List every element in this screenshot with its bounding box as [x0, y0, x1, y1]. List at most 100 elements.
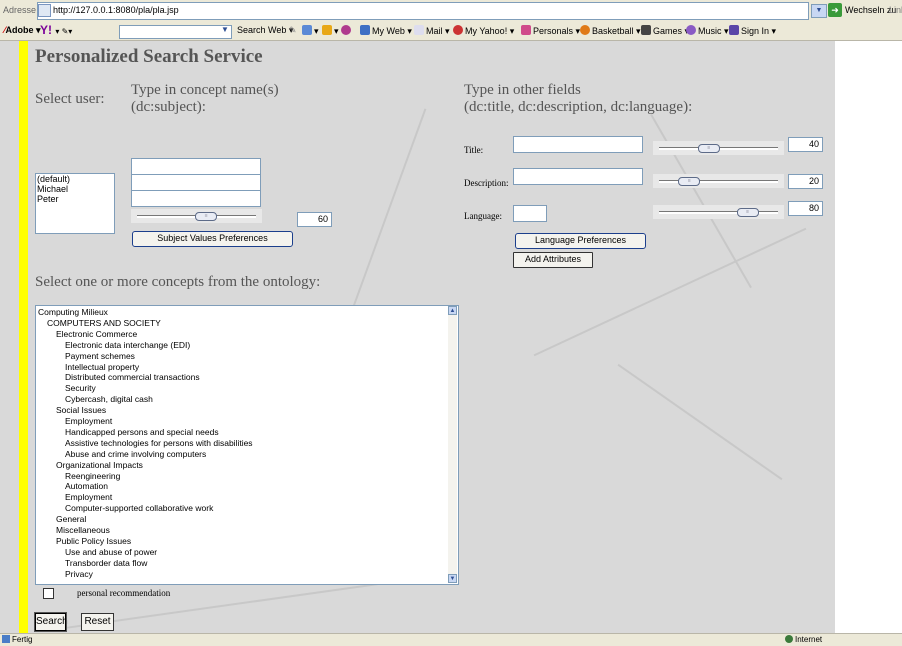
reset-button[interactable]: Reset — [81, 613, 114, 631]
fields-heading-sub: (dc:title, dc:description, dc:language): — [464, 99, 693, 115]
go-arrow-icon[interactable]: ➜ — [828, 3, 842, 17]
title-slider[interactable]: ≡ — [653, 141, 784, 155]
map-decoration — [617, 363, 783, 481]
language-input[interactable] — [513, 205, 547, 222]
yahoo360-icon[interactable]: ▾ — [322, 25, 339, 37]
subject-slider-value: 60 — [297, 212, 332, 227]
page-icon — [38, 4, 51, 17]
links-button[interactable]: Links — [889, 5, 902, 15]
ontology-item[interactable]: Social Issues — [56, 406, 106, 415]
concept-input-3[interactable] — [131, 190, 261, 207]
ontology-item[interactable]: Automation — [65, 482, 108, 491]
ontology-tree[interactable]: Computing Milieux COMPUTERS AND SOCIETY El… — [35, 305, 459, 585]
user-option[interactable]: Peter — [36, 194, 114, 204]
music-button[interactable]: Music ▾ — [686, 25, 729, 37]
select-user-label: Select user: — [35, 91, 105, 107]
messenger-icon[interactable] — [341, 25, 353, 36]
slider-thumb[interactable]: ≡ — [195, 212, 218, 221]
yellow-sidebar — [19, 41, 28, 633]
ontology-item[interactable]: General — [56, 515, 86, 524]
mail-button[interactable]: Mail ▾ — [414, 25, 450, 37]
concept-heading: Type in concept name(s) — [131, 82, 279, 98]
language-slider[interactable]: ≡ — [653, 205, 784, 219]
personal-recommendation-label: personal recommendation — [77, 588, 171, 598]
address-label: Adresse — [3, 5, 37, 15]
subject-slider[interactable]: ≡ — [131, 209, 262, 223]
ontology-item[interactable]: Miscellaneous — [56, 526, 110, 535]
ontology-item[interactable]: Assistive technologies for persons with … — [65, 438, 253, 448]
ontology-item[interactable]: Organizational Impacts — [56, 460, 143, 470]
page-status-icon — [2, 635, 10, 643]
slider-thumb[interactable]: ≡ — [736, 208, 759, 217]
ontology-item[interactable]: Reengineering — [65, 471, 120, 481]
user-option[interactable]: Michael — [36, 184, 114, 194]
personal-recommendation-checkbox[interactable] — [43, 588, 54, 599]
security-zone: Internet — [795, 635, 823, 644]
slider-track — [659, 211, 778, 214]
ontology-item[interactable]: Transborder data flow — [65, 558, 147, 568]
sign-in-button[interactable]: Sign In ▾ — [729, 25, 776, 37]
ontology-item[interactable]: Public Policy Issues — [56, 536, 131, 546]
toolbar-search-input[interactable] — [119, 25, 232, 39]
games-button[interactable]: Games ▾ — [641, 25, 689, 37]
concept-input-2[interactable] — [131, 174, 261, 191]
ontology-item[interactable]: Privacy — [65, 569, 93, 579]
concept-heading-sub: (dc:subject): — [131, 99, 206, 115]
search-button[interactable]: Search — [34, 612, 68, 632]
ontology-item[interactable]: Use and abuse of power — [65, 547, 157, 557]
highlight-icon[interactable]: ✎ — [289, 25, 297, 36]
url-text[interactable]: http://127.0.0.1:8080/pla/pla.jsp — [53, 5, 179, 15]
title-label: Title: — [464, 145, 484, 155]
concept-input-1[interactable] — [131, 158, 261, 175]
language-label: Language: — [464, 211, 502, 221]
ontology-item[interactable]: Computer-supported collaborative work — [65, 504, 213, 513]
ontology-scrollbar[interactable] — [448, 306, 457, 583]
title-input[interactable] — [513, 136, 643, 153]
adobe-menu[interactable]: ⁄Adobe ▾ — [4, 25, 41, 36]
scroll-down-icon[interactable]: ▼ — [448, 574, 457, 583]
search-dropdown-icon[interactable]: ▼ — [221, 25, 229, 34]
language-preferences-button[interactable]: Language Preferences — [515, 233, 646, 249]
ontology-item[interactable]: Employment — [65, 417, 112, 426]
ontology-item[interactable]: Abuse and crime involving computers — [65, 449, 206, 459]
status-bar — [0, 633, 902, 646]
ontology-item[interactable]: Employment — [65, 493, 112, 502]
internet-zone-icon — [785, 635, 793, 643]
my-web-button[interactable]: My Web ▾ — [360, 25, 412, 37]
title-slider-value: 40 — [788, 137, 823, 152]
ontology-item[interactable]: Distributed commercial transactions — [65, 373, 200, 382]
ontology-item[interactable]: Handicapped persons and special needs — [65, 427, 219, 437]
status-text: Fertig — [12, 635, 33, 644]
search-web-button[interactable]: Search Web ▾ — [237, 25, 293, 36]
ontology-item[interactable]: Electronic Commerce — [56, 329, 137, 339]
ontology-item[interactable]: Cybercash, digital cash — [65, 395, 153, 404]
slider-thumb[interactable]: ≡ — [697, 144, 720, 153]
ontology-item[interactable]: Electronic data interchange (EDI) — [65, 340, 190, 350]
basketball-button[interactable]: Basketball ▾ — [580, 25, 641, 37]
yahoo-menu[interactable]: Y! ▾ ✎▾ — [40, 23, 72, 37]
description-input[interactable] — [513, 168, 643, 185]
user-option[interactable]: (default) — [36, 174, 114, 184]
ontology-item[interactable]: Security — [65, 384, 96, 393]
slider-thumb[interactable]: ≡ — [678, 177, 701, 186]
fields-heading: Type in other fields — [464, 82, 581, 98]
ontology-item[interactable]: COMPUTERS AND SOCIETY — [47, 318, 161, 328]
url-dropdown-icon[interactable]: ▼ — [811, 4, 827, 18]
ontology-item[interactable]: Payment schemes — [65, 351, 135, 361]
page-title: Personalized Search Service — [35, 46, 263, 67]
add-attributes-button[interactable]: Add Attributes — [513, 252, 593, 268]
ontology-item[interactable]: Computing Milieux — [38, 308, 108, 317]
user-listbox[interactable]: (default) Michael Peter — [35, 173, 115, 234]
ontology-item[interactable]: Intellectual property — [65, 362, 139, 372]
browser-toolbar: ⁄Adobe ▾ Y! ▾ ✎▾ ▼ Search Web ▾ ✎ ▾ ▾ My… — [0, 22, 902, 41]
my-yahoo-button[interactable]: My Yahoo! ▾ — [453, 25, 514, 37]
personals-button[interactable]: Personals ▾ — [521, 25, 580, 37]
description-slider-value: 20 — [788, 174, 823, 189]
description-slider[interactable]: ≡ — [653, 174, 784, 188]
subject-preferences-button[interactable]: Subject Values Preferences — [132, 231, 293, 247]
slider-track — [659, 180, 778, 183]
scroll-up-icon[interactable]: ▲ — [448, 306, 457, 315]
description-label: Description: — [464, 178, 509, 188]
page-margin — [835, 41, 902, 633]
bookmark-icon[interactable]: ▾ — [302, 25, 319, 37]
